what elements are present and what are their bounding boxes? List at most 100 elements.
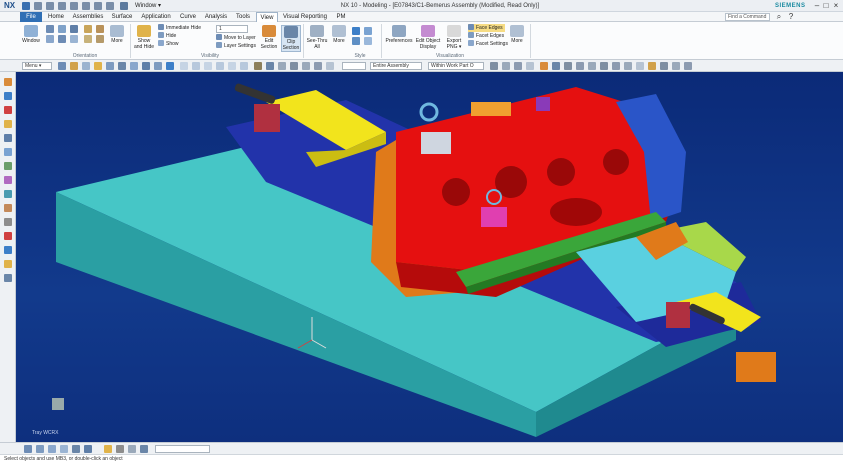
menu-button[interactable]: Menu ▾ bbox=[22, 62, 52, 70]
arc-icon[interactable] bbox=[48, 445, 56, 453]
repeat-command-icon[interactable] bbox=[94, 2, 102, 10]
hide-button[interactable]: Hide bbox=[158, 32, 176, 40]
top-view-icon[interactable] bbox=[96, 25, 104, 33]
tangent-icon[interactable] bbox=[600, 62, 608, 70]
wireframe-icon[interactable] bbox=[364, 27, 372, 35]
touch-mode-icon[interactable] bbox=[106, 2, 114, 10]
lasso-icon[interactable] bbox=[502, 62, 510, 70]
part-scope-dropdown[interactable]: Within Work Part O bbox=[428, 62, 484, 70]
facet-edges-button[interactable]: Facet Edges bbox=[468, 32, 504, 40]
layer-visibility-icon[interactable] bbox=[254, 62, 262, 70]
preferences-button[interactable]: Preferences bbox=[385, 25, 413, 44]
part-navigator-icon[interactable] bbox=[4, 106, 12, 114]
top-icon[interactable] bbox=[192, 62, 200, 70]
process-studio-icon[interactable] bbox=[4, 190, 12, 198]
clip-icon[interactable] bbox=[314, 62, 322, 70]
style-more-button[interactable]: More bbox=[330, 25, 348, 44]
clip-section-button[interactable]: Clip Section bbox=[281, 25, 301, 52]
snap-settings-icon[interactable] bbox=[684, 62, 692, 70]
light-icon[interactable] bbox=[326, 62, 334, 70]
snap-icon[interactable] bbox=[70, 62, 78, 70]
measure-icon[interactable] bbox=[302, 62, 310, 70]
tab-application[interactable]: Application bbox=[138, 12, 174, 22]
constraint-navigator-icon[interactable] bbox=[4, 92, 12, 100]
quadrant-icon[interactable] bbox=[612, 62, 620, 70]
manufacturing-wizards-icon[interactable] bbox=[4, 204, 12, 212]
roles-icon[interactable] bbox=[4, 218, 12, 226]
close-icon[interactable]: × bbox=[831, 1, 841, 10]
tab-file[interactable]: File bbox=[20, 12, 42, 22]
tab-tools[interactable]: Tools bbox=[232, 12, 254, 22]
front-view-icon[interactable] bbox=[84, 25, 92, 33]
snap-point-icon[interactable] bbox=[526, 62, 534, 70]
offset-icon[interactable] bbox=[72, 445, 80, 453]
isometric-icon[interactable] bbox=[228, 62, 236, 70]
show-and-hide-button[interactable]: Show and Hide bbox=[133, 25, 155, 50]
section-icon[interactable] bbox=[266, 62, 274, 70]
reuse-library-icon[interactable] bbox=[4, 120, 12, 128]
undo-icon[interactable] bbox=[34, 2, 42, 10]
copy-icon[interactable] bbox=[70, 2, 78, 10]
edit-object-display-button[interactable]: Edit Object Display bbox=[415, 25, 441, 50]
shaded-icon[interactable] bbox=[352, 27, 360, 35]
right-view-icon[interactable] bbox=[84, 35, 92, 43]
view-triad-icon[interactable] bbox=[52, 398, 64, 410]
snap-toggle-icon[interactable] bbox=[104, 445, 112, 453]
system-materials-icon[interactable] bbox=[4, 176, 12, 184]
tab-surface[interactable]: Surface bbox=[108, 12, 136, 22]
immediate-hide-button[interactable]: Immediate Hide bbox=[158, 24, 201, 32]
tab-analysis[interactable]: Analysis bbox=[202, 12, 230, 22]
tab-curve[interactable]: Curve bbox=[176, 12, 200, 22]
window-menu[interactable]: Window ▾ bbox=[135, 0, 161, 12]
front-icon[interactable] bbox=[180, 62, 188, 70]
facet-settings-button[interactable]: Facet Settings bbox=[468, 40, 508, 48]
tab-pm[interactable]: PM bbox=[332, 12, 350, 22]
cut-icon[interactable] bbox=[58, 2, 66, 10]
pan-icon[interactable] bbox=[70, 25, 78, 33]
existing-point-icon[interactable] bbox=[624, 62, 632, 70]
tab-visual-reporting[interactable]: Visual Reporting bbox=[280, 12, 330, 22]
tab-assemblies[interactable]: Assemblies bbox=[70, 12, 106, 22]
zoom-icon[interactable] bbox=[58, 25, 66, 33]
layer-dropdown[interactable]: 1 bbox=[216, 25, 248, 33]
view-fit-icon[interactable] bbox=[106, 62, 114, 70]
rotate-icon[interactable] bbox=[46, 35, 54, 43]
zoom-window-icon[interactable] bbox=[118, 62, 126, 70]
teamcenter-icon[interactable] bbox=[4, 246, 12, 254]
help-icon[interactable]: ? bbox=[786, 12, 796, 21]
maximize-icon[interactable]: □ bbox=[821, 1, 831, 10]
scope-dropdown[interactable]: Entire Assembly bbox=[370, 62, 422, 70]
pan-view-icon[interactable] bbox=[142, 62, 150, 70]
system-scenes-icon[interactable] bbox=[4, 232, 12, 240]
bounded-grid-icon[interactable] bbox=[648, 62, 656, 70]
web-browser-icon[interactable] bbox=[4, 148, 12, 156]
back-icon[interactable] bbox=[240, 62, 248, 70]
restore-icon[interactable] bbox=[70, 35, 78, 43]
show-button[interactable]: Show bbox=[158, 40, 179, 48]
redo-icon[interactable] bbox=[46, 2, 54, 10]
endpoint-icon[interactable] bbox=[540, 62, 548, 70]
perspective-icon[interactable] bbox=[154, 62, 162, 70]
wcs-icon[interactable] bbox=[128, 445, 136, 453]
partial-shading-icon[interactable] bbox=[364, 37, 372, 45]
history-icon[interactable] bbox=[4, 162, 12, 170]
point-on-curve-icon[interactable] bbox=[636, 62, 644, 70]
export-button[interactable]: Export PNG ▾ bbox=[443, 25, 465, 50]
bottom-dropdown[interactable] bbox=[155, 445, 210, 453]
midpoint-icon[interactable] bbox=[552, 62, 560, 70]
highlight-icon[interactable] bbox=[94, 62, 102, 70]
edit-section-button[interactable]: Edit Section bbox=[259, 25, 279, 50]
point-icon[interactable] bbox=[24, 445, 32, 453]
filter-dropdown[interactable] bbox=[342, 62, 366, 70]
move-to-layer-button[interactable]: Move to Layer bbox=[216, 34, 256, 42]
fit-icon[interactable] bbox=[46, 25, 54, 33]
csys-icon[interactable] bbox=[290, 62, 298, 70]
rectangle-select-icon[interactable] bbox=[514, 62, 522, 70]
window-button[interactable]: Window bbox=[20, 25, 42, 44]
orientation-more-button[interactable]: More bbox=[108, 25, 126, 44]
arc-center-icon[interactable] bbox=[588, 62, 596, 70]
assembly-navigator-icon[interactable] bbox=[4, 78, 12, 86]
search-icon[interactable]: ⌕ bbox=[774, 12, 784, 21]
filter-icon[interactable] bbox=[82, 62, 90, 70]
iso-view-icon[interactable] bbox=[96, 35, 104, 43]
